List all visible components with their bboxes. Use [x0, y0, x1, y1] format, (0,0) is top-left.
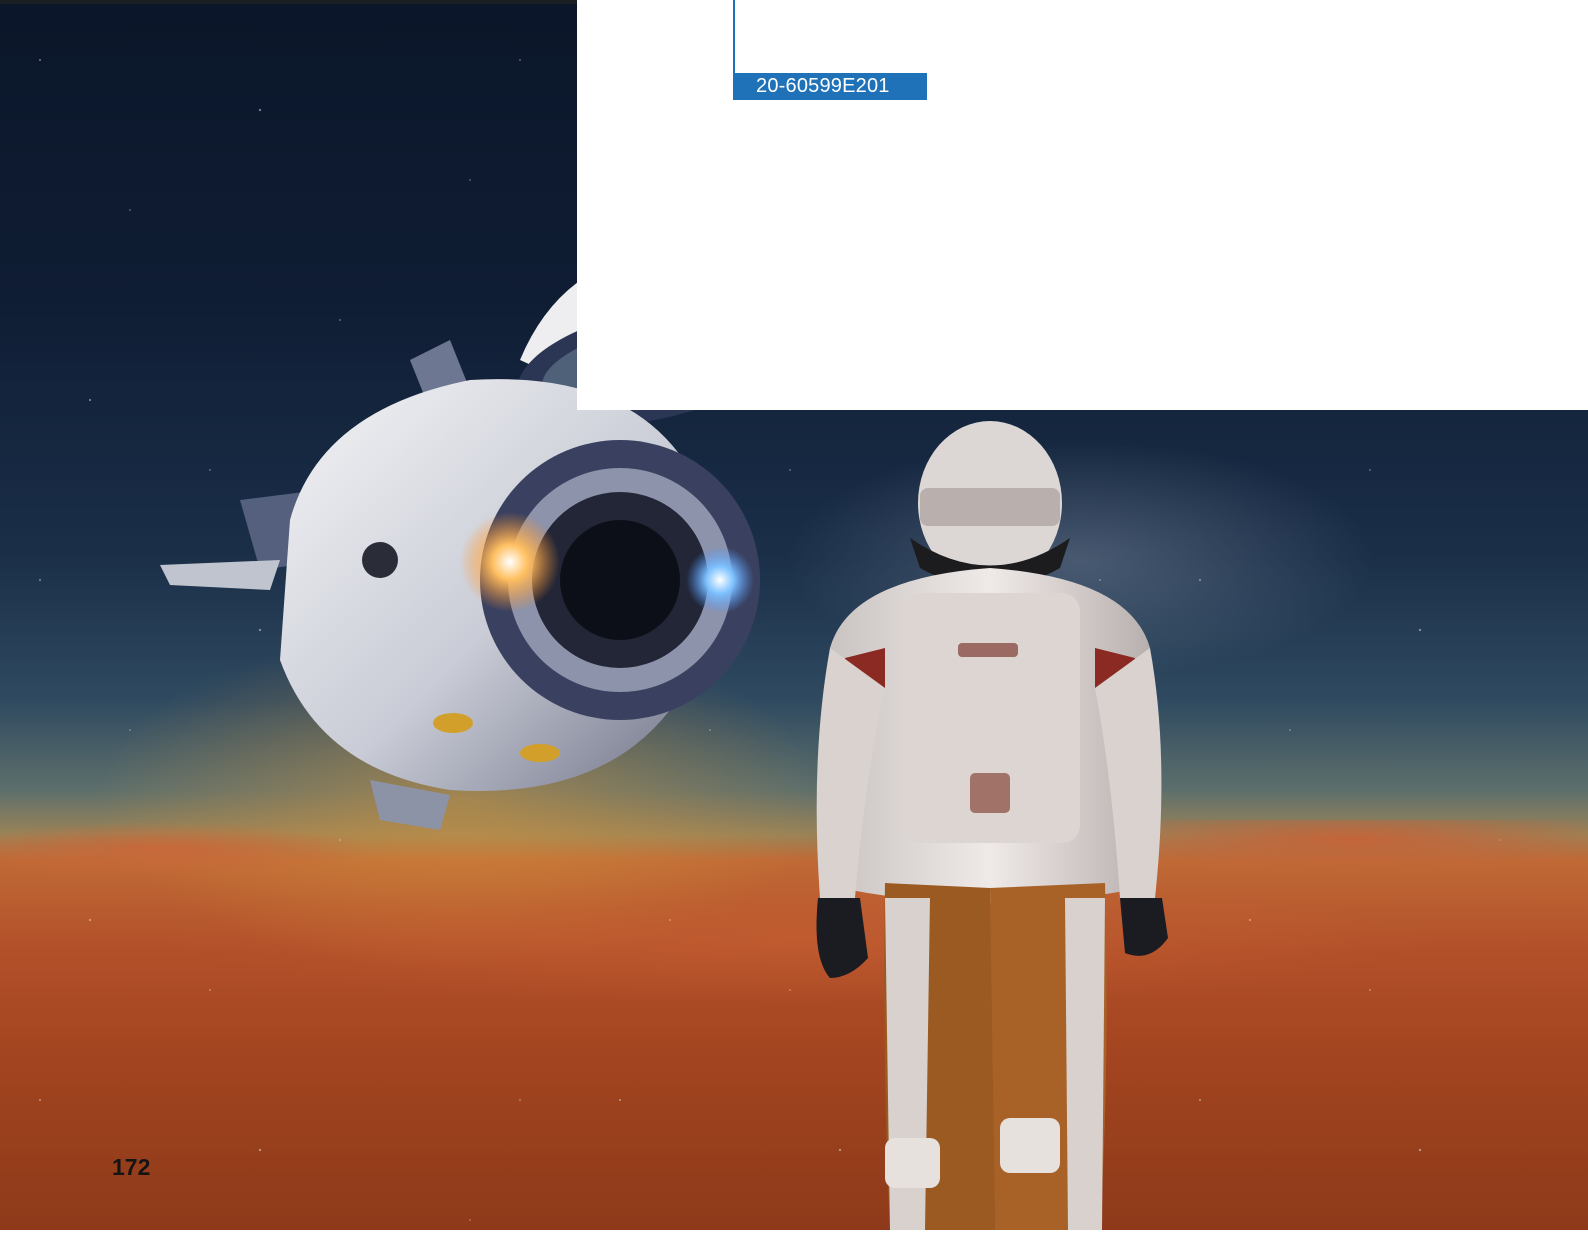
document-code-tag: 20-60599E201 — [733, 73, 927, 100]
space-capsule — [150, 240, 830, 840]
mars-scene-photo — [0, 4, 1588, 1230]
top-rule — [0, 0, 577, 4]
astronaut-figure — [790, 418, 1210, 1230]
page-number: 172 — [112, 1154, 151, 1180]
